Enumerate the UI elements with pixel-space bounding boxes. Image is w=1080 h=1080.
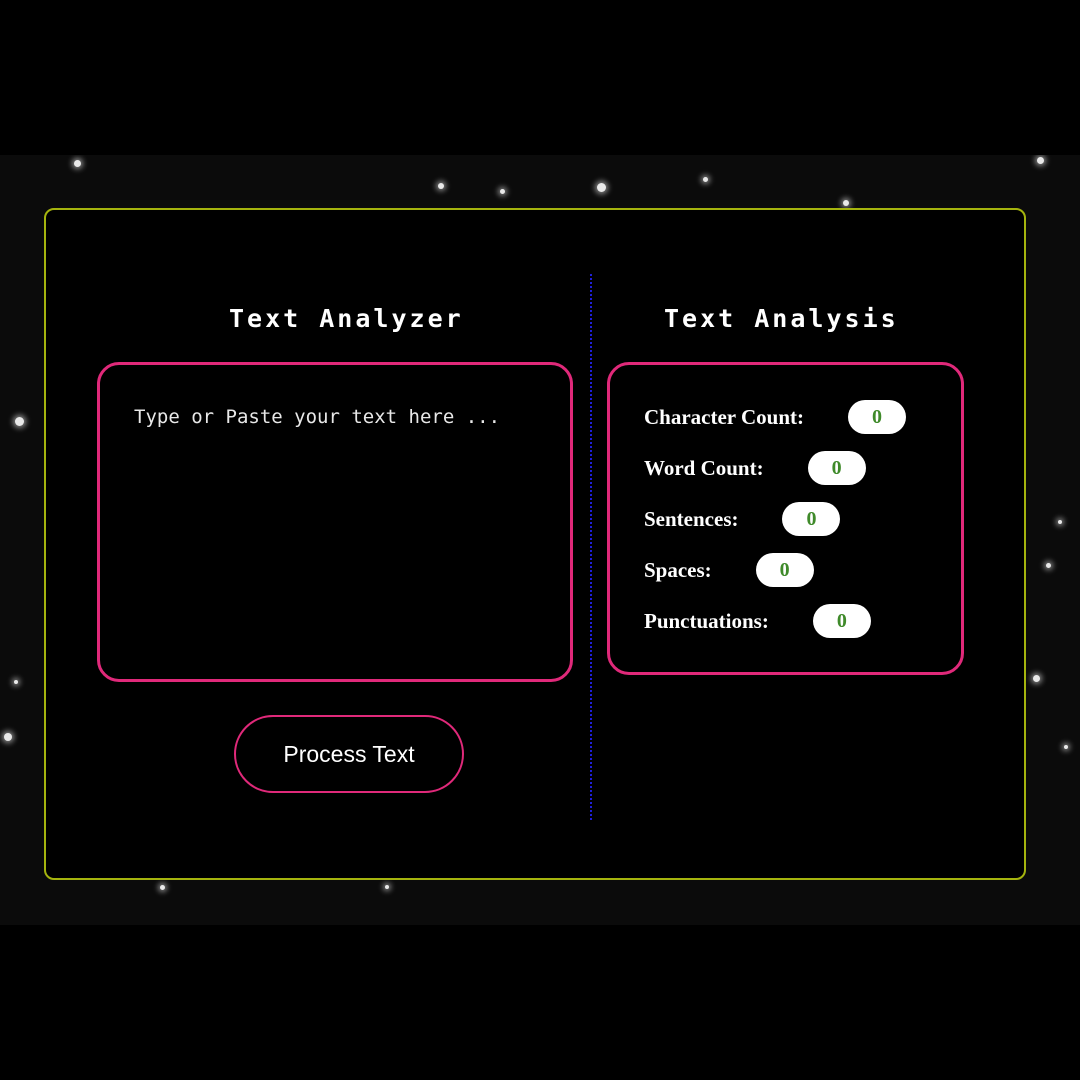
stat-row-punctuations: Punctuations: 0 — [644, 603, 871, 639]
star — [160, 885, 165, 890]
stat-value: 0 — [848, 400, 907, 434]
star — [15, 417, 24, 426]
stat-row-word-count: Word Count: 0 — [644, 450, 866, 486]
star — [4, 733, 12, 741]
main-panel: Text Analyzer Process Text Text Analysis… — [44, 208, 1026, 880]
process-text-button[interactable]: Process Text — [234, 715, 464, 793]
stat-value: 0 — [807, 451, 866, 485]
column-divider — [590, 274, 592, 820]
starfield-background: Text Analyzer Process Text Text Analysis… — [0, 155, 1080, 925]
analysis-results-box: Character Count: 0 Word Count: 0 Sentenc… — [607, 362, 964, 675]
stat-label: Word Count: — [644, 455, 764, 480]
stat-value: 0 — [782, 502, 841, 536]
star — [703, 177, 708, 182]
star — [500, 189, 505, 194]
stat-row-character-count: Character Count: 0 — [644, 399, 907, 435]
star — [74, 160, 81, 167]
star — [597, 183, 606, 192]
stat-value: 0 — [812, 604, 871, 638]
text-analyzer-title: Text Analyzer — [229, 304, 464, 333]
text-input[interactable] — [134, 399, 534, 639]
star — [1037, 157, 1044, 164]
star — [385, 885, 389, 889]
stat-label: Character Count: — [644, 404, 805, 429]
star — [1046, 563, 1051, 568]
stat-label: Punctuations: — [644, 608, 769, 633]
text-input-box — [97, 362, 573, 682]
stat-value: 0 — [755, 553, 814, 587]
star — [843, 200, 849, 206]
stat-row-sentences: Sentences: 0 — [644, 501, 841, 537]
stat-row-spaces: Spaces: 0 — [644, 552, 814, 588]
star — [14, 680, 18, 684]
star — [1058, 520, 1062, 524]
stat-label: Sentences: — [644, 506, 739, 531]
star — [438, 183, 444, 189]
text-analysis-title: Text Analysis — [664, 304, 899, 333]
star — [1033, 675, 1040, 682]
star — [1064, 745, 1068, 749]
stat-label: Spaces: — [644, 557, 712, 582]
